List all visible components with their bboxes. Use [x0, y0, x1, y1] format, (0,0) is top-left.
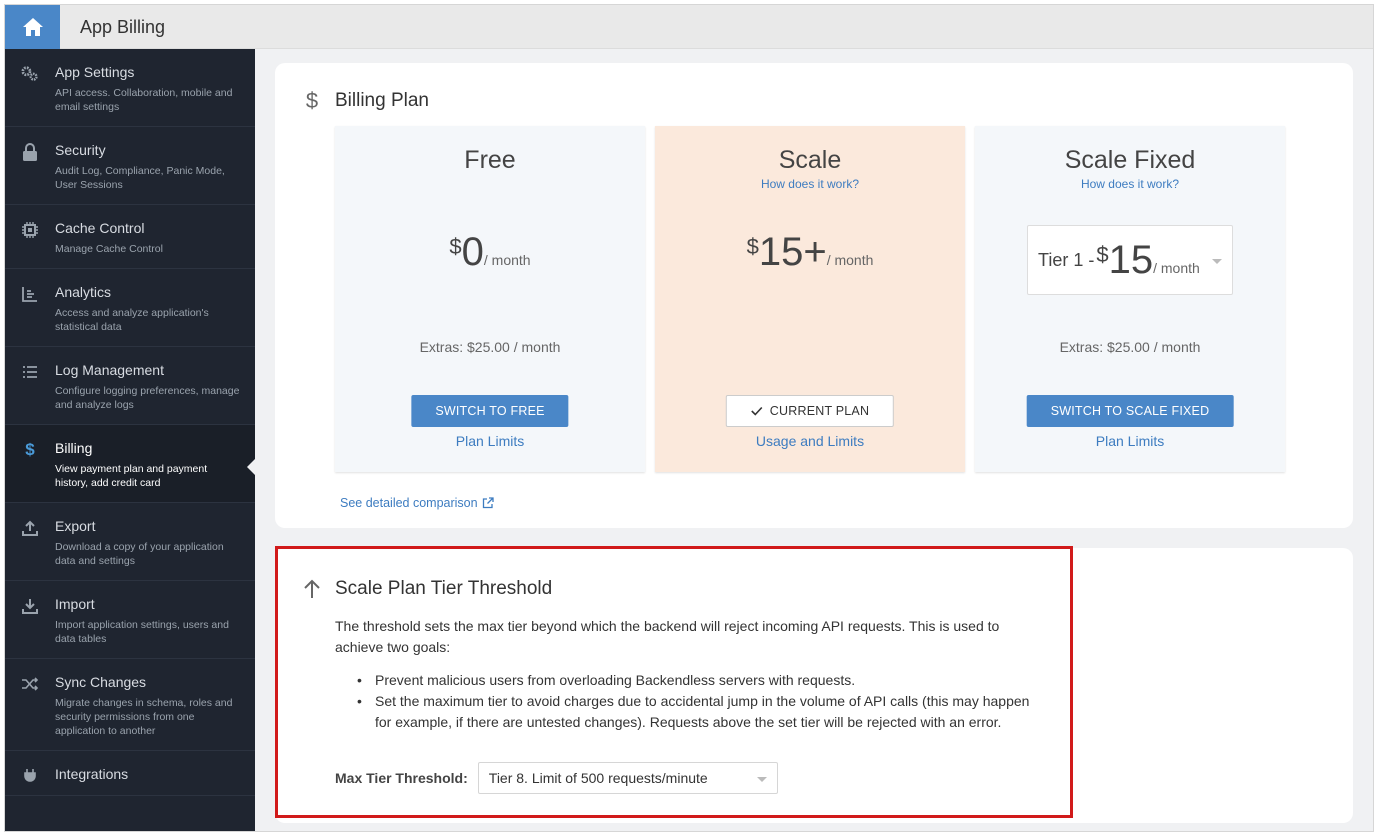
section-title: Billing Plan	[335, 90, 429, 111]
plan-extras: Extras: $25.00 / month	[1059, 339, 1201, 355]
plan-name: Scale	[778, 146, 842, 174]
switch-to-scale-fixed-button[interactable]: SWITCH TO SCALE FIXED	[1026, 395, 1234, 427]
sidebar-item-title: App Settings	[55, 64, 135, 80]
sidebar-item-title: Integrations	[55, 766, 129, 782]
list-icon	[21, 363, 39, 381]
currency-symbol: $	[746, 234, 759, 259]
sidebar-item-analytics[interactable]: Analytics Access and analyze application…	[5, 269, 255, 347]
sidebar-item-security[interactable]: Security Audit Log, Compliance, Panic Mo…	[5, 127, 255, 205]
plan-extras: Extras: $25.00 / month	[419, 339, 561, 355]
sidebar-item-desc: Manage Cache Control	[55, 243, 163, 255]
plan-price: $0/ month	[335, 230, 645, 275]
plan-price: $15+/ month	[655, 230, 965, 275]
sidebar-item-desc: View payment plan and payment history, a…	[55, 463, 208, 489]
home-button[interactable]	[5, 5, 60, 49]
detailed-comparison-link[interactable]: See detailed comparison	[340, 496, 494, 510]
tier-label: Tier 1 -	[1038, 249, 1095, 270]
plan-limits-link[interactable]: Plan Limits	[975, 433, 1285, 449]
current-plan-button[interactable]: CURRENT PLAN	[725, 395, 895, 427]
currency-symbol: $	[1096, 241, 1109, 267]
sidebar-item-title: Export	[55, 518, 96, 534]
billing-plan-card: $ Billing Plan Free $0/ month Extras: $2…	[275, 63, 1353, 528]
sidebar-item-title: Log Management	[55, 362, 164, 378]
plan-card-free: Free $0/ month Extras: $25.00 / month SW…	[335, 126, 645, 472]
how-it-works-link[interactable]: How does it work?	[975, 177, 1285, 191]
sidebar-item-title: Billing	[55, 440, 93, 456]
sidebar-item-title: Sync Changes	[55, 674, 147, 690]
sidebar-item-title: Analytics	[55, 284, 112, 300]
link-label: See detailed comparison	[340, 496, 478, 510]
tier-select[interactable]: Tier 1 - $15/ month	[1027, 225, 1233, 295]
sidebar-item-app-settings[interactable]: App Settings API access. Collaboration, …	[5, 49, 255, 127]
button-label: CURRENT PLAN	[769, 404, 870, 418]
billing-plan-header: $ Billing Plan	[301, 88, 429, 114]
lock-icon	[21, 143, 39, 161]
sidebar-item-desc: Import application settings, users and d…	[55, 619, 229, 645]
tier-price: $15/ month	[1096, 238, 1199, 283]
plan-card-scale: Scale How does it work? $15+/ month CURR…	[655, 126, 965, 472]
sidebar-item-desc: Configure logging preferences, manage an…	[55, 385, 240, 411]
external-link-icon	[482, 497, 494, 509]
price-period: / month	[483, 252, 531, 268]
sidebar-item-title: Cache Control	[55, 220, 145, 236]
plug-icon	[21, 767, 39, 785]
chevron-down-icon	[1212, 259, 1222, 264]
sidebar-item-import[interactable]: Import Import application settings, user…	[5, 581, 255, 659]
plan-limits-link[interactable]: Plan Limits	[335, 433, 645, 449]
price-amount: 0	[461, 230, 484, 274]
sidebar-item-title: Security	[55, 142, 106, 158]
chart-icon	[21, 285, 39, 303]
sidebar-item-desc: Audit Log, Compliance, Panic Mode, User …	[55, 165, 225, 191]
upload-icon	[21, 519, 39, 537]
how-it-works-link[interactable]: How does it work?	[655, 177, 965, 191]
switch-to-free-button[interactable]: SWITCH TO FREE	[411, 395, 569, 427]
price-amount: 15	[1108, 237, 1154, 282]
plan-name: Free	[464, 146, 516, 174]
sidebar-item-cache-control[interactable]: Cache Control Manage Cache Control	[5, 205, 255, 269]
highlight-frame	[275, 546, 1073, 818]
sidebar-item-desc: API access. Collaboration, mobile and em…	[55, 87, 233, 113]
dollar-icon: $	[25, 440, 35, 459]
dollar-icon: $	[305, 88, 319, 113]
page-title: App Billing	[80, 17, 166, 37]
price-period: / month	[826, 252, 874, 268]
sidebar-item-sync-changes[interactable]: Sync Changes Migrate changes in schema, …	[5, 659, 255, 751]
app-window: App Billing App Settings API access. Col…	[4, 4, 1374, 832]
currency-symbol: $	[449, 234, 462, 259]
check-icon	[751, 406, 763, 416]
sidebar-item-desc: Access and analyze application's statist…	[55, 307, 209, 333]
sidebar-item-desc: Migrate changes in schema, roles and sec…	[55, 697, 233, 737]
price-period: / month	[1153, 259, 1200, 276]
top-bar: App Billing	[5, 5, 1373, 49]
sidebar-item-billing[interactable]: $ Billing View payment plan and payment …	[5, 425, 255, 503]
shuffle-icon	[21, 675, 39, 693]
sidebar: App Settings API access. Collaboration, …	[5, 49, 255, 831]
home-icon	[22, 18, 43, 36]
plan-name: Scale Fixed	[1064, 146, 1196, 174]
sidebar-item-log-management[interactable]: Log Management Configure logging prefere…	[5, 347, 255, 425]
sidebar-item-desc: Download a copy of your application data…	[55, 541, 224, 567]
sidebar-item-title: Import	[55, 596, 95, 612]
plan-card-scale-fixed: Scale Fixed How does it work? Tier 1 - $…	[975, 126, 1285, 472]
sidebar-item-export[interactable]: Export Download a copy of your applicati…	[5, 503, 255, 581]
sidebar-item-integrations[interactable]: Integrations	[5, 751, 255, 796]
gears-icon	[21, 65, 39, 83]
usage-and-limits-link[interactable]: Usage and Limits	[655, 433, 965, 449]
plan-list: Free $0/ month Extras: $25.00 / month SW…	[335, 126, 1285, 472]
chip-icon	[21, 221, 39, 239]
download-icon	[21, 597, 39, 615]
price-amount: 15+	[758, 230, 827, 274]
